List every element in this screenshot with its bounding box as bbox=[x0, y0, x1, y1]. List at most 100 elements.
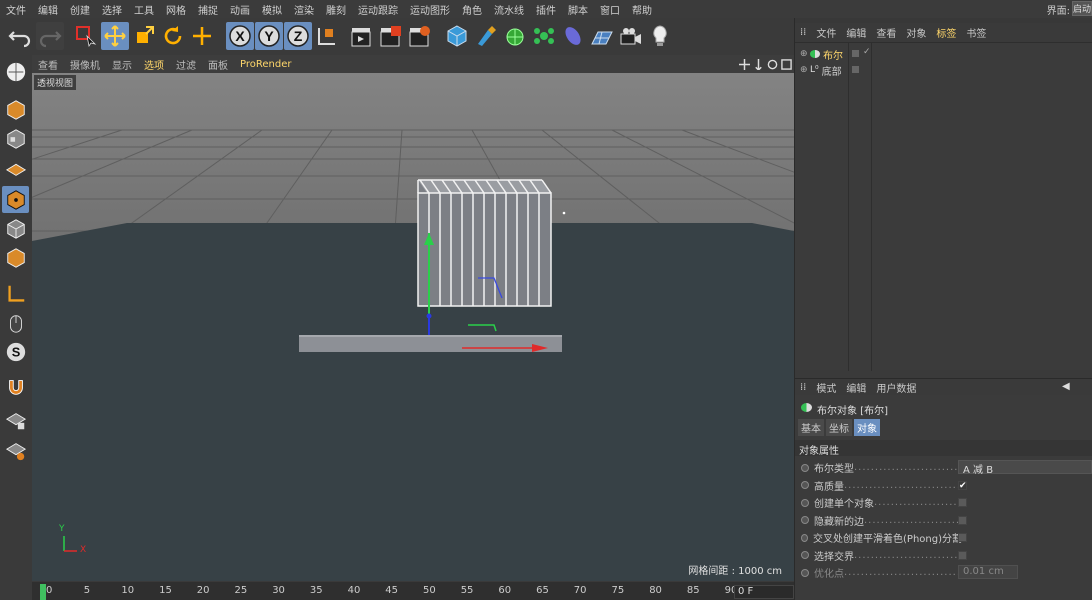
object-row-boolean[interactable]: ⊕ 布尔 ✓ bbox=[795, 47, 1092, 62]
object-menu-item[interactable]: 标签 bbox=[931, 25, 961, 40]
light-icon[interactable] bbox=[646, 22, 674, 50]
render-picture-viewer-icon[interactable] bbox=[377, 22, 405, 50]
render-view-icon[interactable] bbox=[348, 22, 376, 50]
attribute-menu-item[interactable]: 编辑 bbox=[841, 380, 871, 395]
attribute-checkbox[interactable] bbox=[958, 515, 967, 525]
cube-object-icon[interactable] bbox=[443, 22, 471, 50]
axis-mode-icon[interactable] bbox=[2, 280, 29, 307]
menu-item[interactable]: 捕捉 bbox=[192, 2, 224, 17]
live-selection-icon[interactable] bbox=[72, 22, 100, 50]
tab-object[interactable]: 对象 bbox=[854, 419, 880, 436]
menu-item[interactable]: 脚本 bbox=[562, 2, 594, 17]
layout-select[interactable]: 启动 bbox=[1072, 1, 1092, 16]
undo-button[interactable] bbox=[6, 22, 34, 50]
visibility-dot[interactable] bbox=[852, 66, 859, 73]
optimize-field[interactable]: 0.01 cm bbox=[958, 565, 1018, 579]
move-tool-icon[interactable] bbox=[101, 22, 129, 50]
workplane-lock-icon[interactable] bbox=[2, 407, 29, 434]
perspective-viewport[interactable]: 透视视图 Y X 网格间距 : 1000 cm bbox=[32, 73, 794, 581]
viewport-menu-item[interactable]: 过滤 bbox=[170, 57, 202, 72]
boolean-type-select[interactable]: A 减 B bbox=[958, 460, 1092, 476]
polygons-mode-icon[interactable] bbox=[2, 244, 29, 271]
viewport-menu-item[interactable]: 面板 bbox=[202, 57, 234, 72]
coordinate-system-icon[interactable] bbox=[313, 22, 341, 50]
menu-item[interactable]: 文件 bbox=[0, 2, 32, 17]
object-row-bottom[interactable]: ⊕ L⁰ 底部 bbox=[795, 63, 1092, 78]
attribute-menu-item[interactable]: 模式 bbox=[811, 380, 841, 395]
attribute-checkbox[interactable] bbox=[958, 550, 967, 560]
workplane-align-icon[interactable] bbox=[2, 437, 29, 464]
object-menu-item[interactable]: 编辑 bbox=[841, 25, 871, 40]
workplane-mode-icon[interactable] bbox=[2, 154, 29, 181]
panel-grip-icon[interactable]: ⁞⁞ bbox=[795, 382, 811, 393]
back-arrow-icon[interactable]: ◀ bbox=[1062, 381, 1070, 392]
edges-mode-icon[interactable] bbox=[2, 215, 29, 242]
object-menu-item[interactable]: 查看 bbox=[871, 25, 901, 40]
timeline[interactable]: 0 5 10 15 20 25 30 35 40 45 50 55 60 65 70 75 80 85 90 0 F bbox=[32, 582, 794, 600]
tab-coordinates[interactable]: 坐标 bbox=[826, 419, 852, 436]
menu-item[interactable]: 编辑 bbox=[32, 2, 64, 17]
menu-item[interactable]: 运动跟踪 bbox=[352, 2, 404, 17]
object-menu-item[interactable]: 书签 bbox=[961, 25, 991, 40]
attribute-checkbox[interactable]: ✔ bbox=[958, 480, 967, 490]
attribute-menu-item[interactable]: 用户数据 bbox=[871, 380, 921, 395]
subdivision-surface-icon[interactable] bbox=[501, 22, 529, 50]
pen-spline-icon[interactable] bbox=[472, 22, 500, 50]
tweak-mode-icon[interactable] bbox=[2, 309, 29, 336]
maximize-icon[interactable] bbox=[780, 58, 792, 70]
animate-dot-icon[interactable] bbox=[801, 481, 809, 489]
menu-item[interactable]: 雕刻 bbox=[320, 2, 352, 17]
viewport-menu-item[interactable]: 查看 bbox=[32, 57, 64, 72]
checkmark-icon[interactable]: ✓ bbox=[863, 47, 871, 57]
expand-icon[interactable]: ⊕ bbox=[800, 65, 808, 75]
panel-grip-icon[interactable]: ⁞⁞ bbox=[795, 27, 811, 38]
render-settings-icon[interactable] bbox=[406, 22, 434, 50]
animate-dot-icon[interactable] bbox=[801, 568, 809, 577]
cloner-icon[interactable] bbox=[530, 22, 558, 50]
menu-item[interactable]: 创建 bbox=[64, 2, 96, 17]
menu-item[interactable]: 模拟 bbox=[256, 2, 288, 17]
transform-tool-icon[interactable] bbox=[188, 22, 216, 50]
viewport-scene[interactable] bbox=[32, 73, 794, 581]
orbit-icon[interactable] bbox=[767, 59, 778, 70]
rotate-tool-icon[interactable] bbox=[159, 22, 187, 50]
zoom-icon[interactable] bbox=[753, 58, 764, 70]
menu-item[interactable]: 网格 bbox=[160, 2, 192, 17]
viewport-menu-item[interactable]: 摄像机 bbox=[64, 57, 106, 72]
camera-icon[interactable] bbox=[617, 22, 645, 50]
menu-item[interactable]: 工具 bbox=[128, 2, 160, 17]
model-mode-icon[interactable] bbox=[2, 96, 29, 123]
animate-dot-icon[interactable] bbox=[801, 498, 809, 507]
menu-item[interactable]: 流水线 bbox=[488, 2, 530, 17]
texture-mode-icon[interactable] bbox=[2, 125, 29, 152]
visibility-dot[interactable] bbox=[852, 50, 859, 57]
snapping-icon[interactable]: S bbox=[2, 338, 29, 365]
menu-item[interactable]: 帮助 bbox=[626, 2, 658, 17]
menu-item[interactable]: 选择 bbox=[96, 2, 128, 17]
animate-dot-icon[interactable] bbox=[801, 516, 809, 524]
animate-dot-icon[interactable] bbox=[801, 463, 809, 472]
menu-item[interactable]: 角色 bbox=[456, 2, 488, 17]
y-axis-lock-icon[interactable]: Y bbox=[255, 22, 283, 50]
attribute-checkbox[interactable] bbox=[958, 533, 967, 542]
animate-dot-icon[interactable] bbox=[801, 551, 809, 559]
menu-item[interactable]: 运动图形 bbox=[404, 2, 456, 17]
current-frame-field[interactable]: 0 F bbox=[734, 585, 794, 599]
x-axis-lock-icon[interactable]: X bbox=[226, 22, 254, 50]
viewport-menu-item[interactable]: 显示 bbox=[106, 57, 138, 72]
object-menu-item[interactable]: 对象 bbox=[901, 25, 931, 40]
object-menu-item[interactable]: 文件 bbox=[811, 25, 841, 40]
redo-button[interactable] bbox=[36, 22, 64, 50]
scale-tool-icon[interactable] bbox=[130, 22, 158, 50]
floor-scene-icon[interactable] bbox=[588, 22, 616, 50]
make-editable-icon[interactable] bbox=[2, 58, 29, 85]
viewport-menu-item[interactable]: ProRender bbox=[234, 59, 297, 70]
deformer-icon[interactable] bbox=[559, 22, 587, 50]
expand-icon[interactable]: ⊕ bbox=[800, 49, 808, 59]
points-mode-icon[interactable] bbox=[2, 186, 29, 213]
viewport-menu-item[interactable]: 选项 bbox=[138, 57, 170, 72]
z-axis-lock-icon[interactable]: Z bbox=[284, 22, 312, 50]
animate-dot-icon[interactable] bbox=[801, 533, 809, 542]
menu-item[interactable]: 窗口 bbox=[594, 2, 626, 17]
object-name[interactable]: 布尔 bbox=[823, 47, 843, 62]
